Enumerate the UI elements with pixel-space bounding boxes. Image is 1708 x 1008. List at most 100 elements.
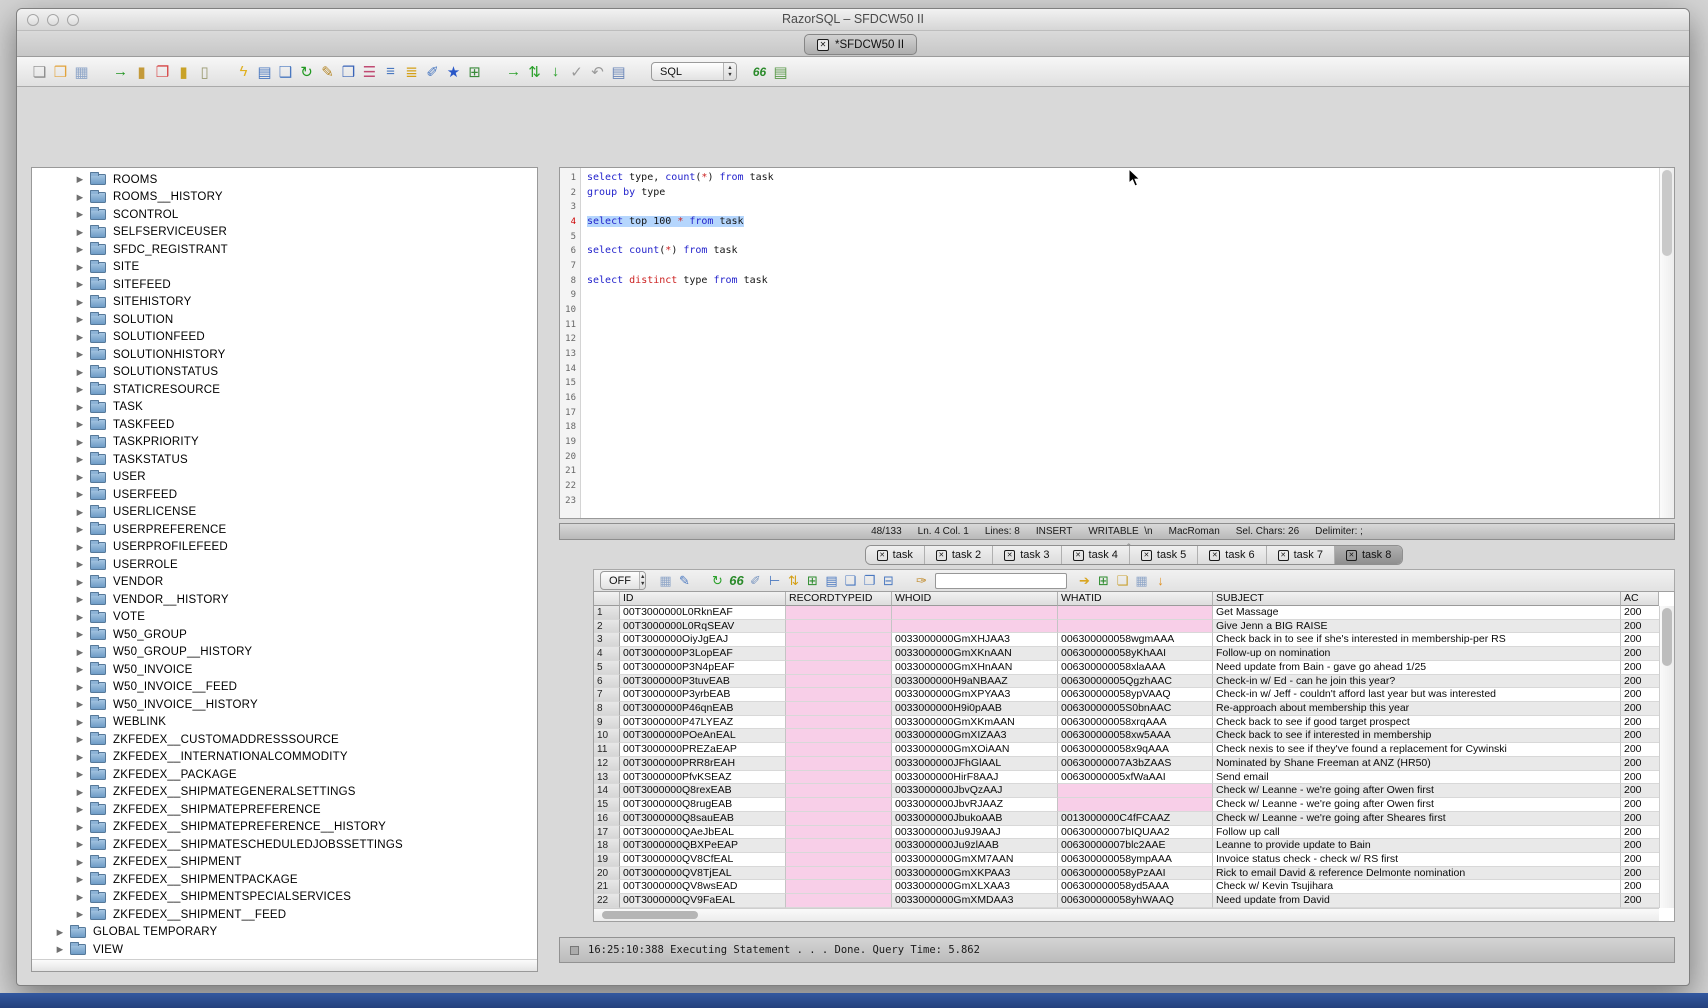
rollback-icon[interactable]: ↶ <box>587 62 608 82</box>
data-cell[interactable]: 0033000000GmXM7AAN <box>892 853 1058 867</box>
tree-item-task[interactable]: ▶TASK <box>32 399 537 417</box>
disclosure-triangle-icon[interactable]: ▶ <box>75 244 85 255</box>
row-number-cell[interactable]: 2 <box>594 620 620 634</box>
data-cell[interactable]: 200 <box>1621 716 1659 730</box>
data-cell[interactable]: 0033000000JbvQzAAJ <box>892 784 1058 798</box>
connect-icon[interactable]: → <box>110 62 131 82</box>
data-cell[interactable]: 200 <box>1621 894 1659 908</box>
results-grid-header[interactable]: IDRECORDTYPEIDWHOIDWHATIDSUBJECTAC <box>594 592 1659 606</box>
refresh-objects-icon[interactable]: ↻ <box>296 62 317 82</box>
save-grid-icon[interactable]: ▦ <box>1132 571 1151 591</box>
data-cell[interactable]: Need update from Bain - gave go ahead 1/… <box>1213 661 1621 675</box>
new-db-icon[interactable]: ▮ <box>173 62 194 82</box>
disclosure-triangle-icon[interactable]: ▶ <box>75 262 85 273</box>
data-cell[interactable] <box>786 826 892 840</box>
data-cell[interactable] <box>786 633 892 647</box>
table-row[interactable]: 1200T3000000PRR8rEAH0033000000JFhGlAAL00… <box>594 757 1659 771</box>
disclosure-triangle-icon[interactable]: ▶ <box>75 804 85 815</box>
table-row[interactable]: 1000T3000000POeAnEAL0033000000GmXIZAA300… <box>594 729 1659 743</box>
disclosure-triangle-icon[interactable]: ▶ <box>75 699 85 710</box>
tree-item-user[interactable]: ▶USER <box>32 469 537 487</box>
data-cell[interactable] <box>786 675 892 689</box>
disclosure-triangle-icon[interactable]: ▶ <box>75 297 85 308</box>
result-tab-task-4[interactable]: ✕task 4 <box>1061 546 1129 564</box>
data-cell[interactable] <box>892 606 1058 620</box>
disclosure-triangle-icon[interactable]: ▶ <box>75 787 85 798</box>
data-cell[interactable]: 0033000000GmXKPAA3 <box>892 867 1058 881</box>
tree-item-taskpriority[interactable]: ▶TASKPRIORITY <box>32 434 537 452</box>
tree-item-vote[interactable]: ▶VOTE <box>32 609 537 627</box>
db-icon[interactable]: ▯ <box>194 62 215 82</box>
data-cell[interactable]: 200 <box>1621 853 1659 867</box>
data-cell[interactable]: 200 <box>1621 784 1659 798</box>
tab-close-icon[interactable]: ✕ <box>936 550 947 561</box>
tree-item-staticresource[interactable]: ▶STATICRESOURCE <box>32 381 537 399</box>
disclosure-triangle-icon[interactable]: ▶ <box>75 192 85 203</box>
data-cell[interactable] <box>1058 784 1213 798</box>
grid-copy-icon[interactable]: ⊟ <box>879 571 898 591</box>
row-number-cell[interactable]: 18 <box>594 839 620 853</box>
grid-refresh-icon[interactable]: ⊞ <box>803 571 822 591</box>
describe-table-icon[interactable]: ▤ <box>254 62 275 82</box>
grid-vertical-scrollbar[interactable] <box>1659 606 1674 908</box>
data-cell[interactable]: 00T3000000PRR8rEAH <box>620 757 786 771</box>
table-row[interactable]: 1600T3000000Q8sauEAB0033000000JbukoAAB00… <box>594 812 1659 826</box>
tab-close-icon[interactable]: ✕ <box>1278 550 1289 561</box>
data-cell[interactable]: 00T3000000QV8CfEAL <box>620 853 786 867</box>
tree-item-zkfedex-shipmatepreference[interactable]: ▶ZKFEDEX__SHIPMATEPREFERENCE <box>32 801 537 819</box>
tree-item-global temporary[interactable]: ▶GLOBAL TEMPORARY <box>32 924 537 942</box>
edit-list-icon[interactable]: ✐ <box>422 62 443 82</box>
tree-item-taskstatus[interactable]: ▶TASKSTATUS <box>32 451 537 469</box>
data-cell[interactable] <box>786 661 892 675</box>
disclosure-triangle-icon[interactable]: ▶ <box>75 892 85 903</box>
data-cell[interactable]: 006300000058xw5AAA <box>1058 729 1213 743</box>
table-row[interactable]: 900T3000000P47LYEAZ0033000000GmXKmAAN006… <box>594 716 1659 730</box>
result-tab-task-2[interactable]: ✕task 2 <box>924 546 992 564</box>
disclosure-triangle-icon[interactable]: ▶ <box>75 629 85 640</box>
tree-item-w50-group[interactable]: ▶W50_GROUP <box>32 626 537 644</box>
reorder-icon[interactable]: ⇅ <box>784 571 803 591</box>
tree-item-vendor-history[interactable]: ▶VENDOR__HISTORY <box>32 591 537 609</box>
data-cell[interactable] <box>786 784 892 798</box>
data-cell[interactable]: 00630000007blc2AAE <box>1058 839 1213 853</box>
row-number-cell[interactable]: 14 <box>594 784 620 798</box>
result-tab-task-8[interactable]: ✕task 8 <box>1334 546 1402 564</box>
data-cell[interactable]: 00T3000000Q8sauEAB <box>620 812 786 826</box>
disclosure-triangle-icon[interactable]: ▶ <box>75 349 85 360</box>
tree-item-site[interactable]: ▶SITE <box>32 259 537 277</box>
data-cell[interactable]: 200 <box>1621 880 1659 894</box>
data-cell[interactable] <box>786 743 892 757</box>
execute-query-icon[interactable]: ϟ <box>233 62 254 82</box>
data-cell[interactable] <box>1058 620 1213 634</box>
data-cell[interactable] <box>786 894 892 908</box>
disclosure-triangle-icon[interactable]: ▶ <box>75 472 85 483</box>
result-tab-task-7[interactable]: ✕task 7 <box>1266 546 1334 564</box>
fetch-icon[interactable]: ↓ <box>545 62 566 82</box>
disclosure-triangle-icon[interactable]: ▶ <box>75 734 85 745</box>
sql-editor[interactable]: 1234567891011121314151617181920212223 se… <box>559 167 1675 519</box>
data-cell[interactable]: 00T3000000P46qnEAB <box>620 702 786 716</box>
data-cell[interactable] <box>786 729 892 743</box>
code-line[interactable] <box>587 303 1658 318</box>
data-cell[interactable]: Follow-up on nomination <box>1213 647 1621 661</box>
data-cell[interactable]: 0033000000GmXLXAA3 <box>892 880 1058 894</box>
result-tab-task-5[interactable]: ✕task 5 <box>1129 546 1197 564</box>
quotes-icon[interactable]: 66 <box>749 62 770 82</box>
column-header-id[interactable]: ID <box>620 592 786 606</box>
tree-item-zkfedex-customaddresssource[interactable]: ▶ZKFEDEX__CUSTOMADDRESSSOURCE <box>32 731 537 749</box>
tab-close-icon[interactable]: ✕ <box>1346 550 1357 561</box>
data-cell[interactable]: Invoice status check - check w/ RS first <box>1213 853 1621 867</box>
tree-item-zkfedex-shipment[interactable]: ▶ZKFEDEX__SHIPMENT <box>32 854 537 872</box>
data-cell[interactable]: 00T3000000QV8wsEAD <box>620 880 786 894</box>
row-number-cell[interactable]: 3 <box>594 633 620 647</box>
data-cell[interactable]: 006300000058yPzAAI <box>1058 867 1213 881</box>
data-cell[interactable]: 200 <box>1621 661 1659 675</box>
notes-icon[interactable]: ❏ <box>1113 571 1132 591</box>
column-header-whatid[interactable]: WHATID <box>1058 592 1213 606</box>
data-cell[interactable] <box>786 880 892 894</box>
table-row[interactable]: 1400T3000000Q8rexEAB0033000000JbvQzAAJCh… <box>594 784 1659 798</box>
disclosure-triangle-icon[interactable]: ▶ <box>75 367 85 378</box>
data-cell[interactable] <box>786 647 892 661</box>
disclosure-triangle-icon[interactable]: ▶ <box>75 857 85 868</box>
result-tab-task[interactable]: ✕task <box>866 546 924 564</box>
